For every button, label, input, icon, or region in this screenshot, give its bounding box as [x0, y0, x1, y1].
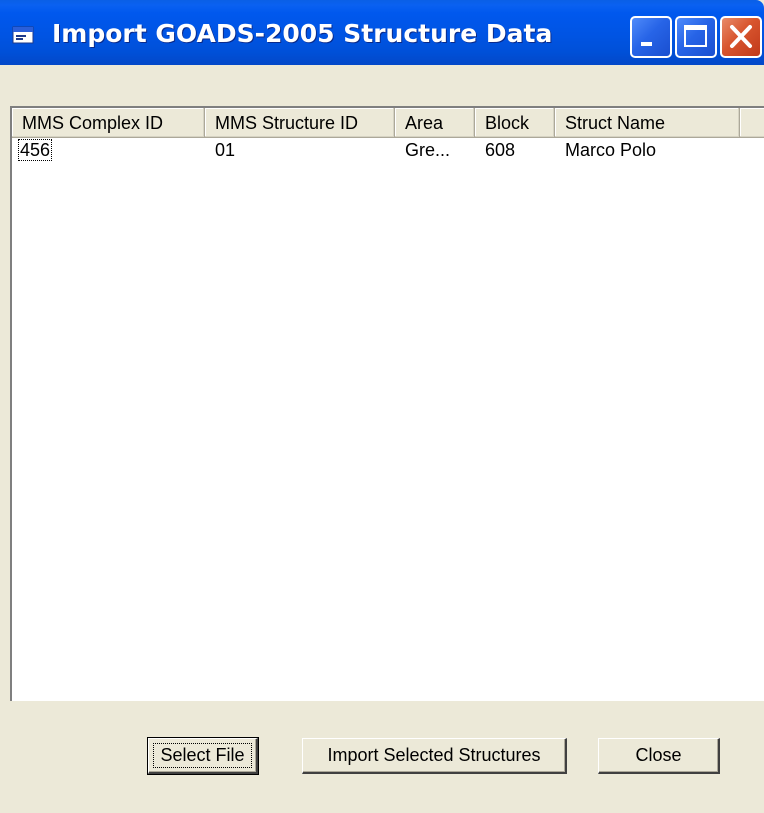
column-header-filler: [740, 108, 764, 138]
close-icon: [730, 25, 752, 48]
close-label: Close: [635, 745, 682, 765]
column-header-mms-complex-id[interactable]: MMS Complex ID: [12, 108, 205, 138]
focused-cell-text: 456: [18, 139, 53, 161]
column-header-struct-name[interactable]: Struct Name: [555, 108, 740, 138]
structure-list-view[interactable]: MMS Complex ID MMS Structure ID Area Blo…: [10, 106, 764, 701]
cell-struct-name: Marco Polo: [565, 140, 657, 160]
list-header: MMS Complex ID MMS Structure ID Area Blo…: [12, 108, 764, 138]
table-row[interactable]: 456 01 Gre... 608 Marco Polo: [12, 138, 764, 162]
close-dialog-button[interactable]: Close: [598, 738, 720, 774]
column-header-area[interactable]: Area: [395, 108, 475, 138]
dialog-client-area: MMS Complex ID MMS Structure ID Area Blo…: [0, 65, 764, 813]
minimize-button[interactable]: [630, 16, 672, 58]
cell-area: Gre...: [405, 140, 451, 160]
cell-complex-id: 456: [12, 138, 205, 162]
import-selected-label: Import Selected Structures: [327, 745, 541, 765]
maximize-button[interactable]: [675, 16, 717, 58]
maximize-icon: [684, 25, 707, 47]
window-title: Import GOADS-2005 Structure Data: [52, 19, 553, 48]
select-file-button[interactable]: Select File: [147, 737, 259, 775]
close-button[interactable]: [720, 16, 762, 58]
title-bar[interactable]: Import GOADS-2005 Structure Data: [0, 0, 764, 65]
cell-block: 608: [485, 140, 516, 160]
select-file-label: Select File: [160, 745, 245, 765]
import-selected-structures-button[interactable]: Import Selected Structures: [302, 738, 567, 774]
cell-structure-id: 01: [215, 140, 236, 160]
minimize-icon: [641, 42, 652, 46]
import-dialog-window: Import GOADS-2005 Structure Data MMS Com…: [0, 0, 764, 813]
app-window-icon: [12, 26, 34, 44]
column-header-block[interactable]: Block: [475, 108, 555, 138]
column-header-mms-structure-id[interactable]: MMS Structure ID: [205, 108, 395, 138]
